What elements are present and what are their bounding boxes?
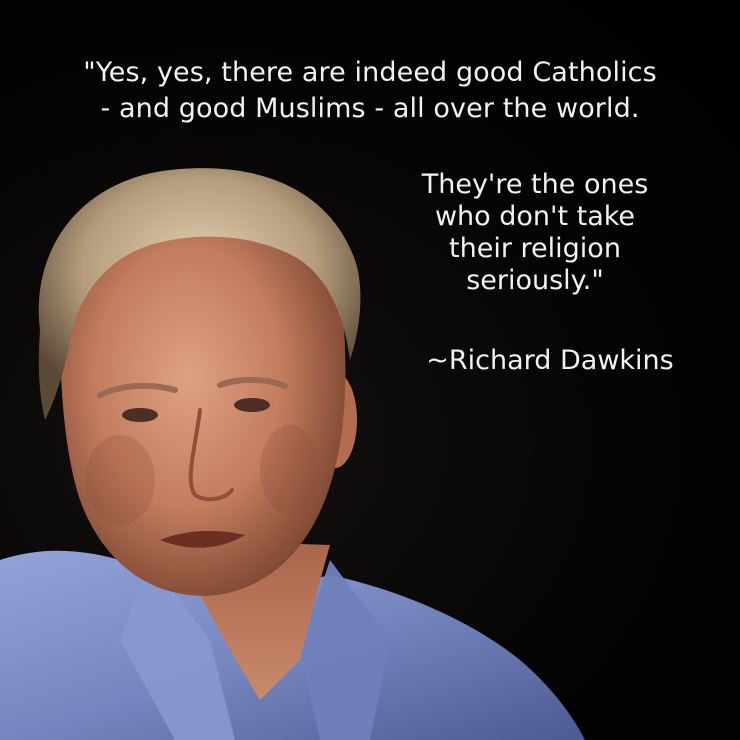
left-eye — [122, 408, 158, 422]
quote-line-5: their religion — [449, 233, 621, 264]
right-eye — [234, 398, 270, 412]
quote-line-6: seriously." — [466, 265, 604, 296]
attribution: ~Richard Dawkins — [426, 345, 674, 376]
quote-line-4: who don't take — [434, 201, 636, 232]
quote-line-2: - and good Muslims - all over the world. — [100, 93, 640, 124]
quote-line-3: They're the ones — [421, 169, 649, 200]
quote-line-1: "Yes, yes, there are indeed good Catholi… — [83, 57, 657, 88]
meme-image: "Yes, yes, there are indeed good Catholi… — [0, 0, 740, 740]
